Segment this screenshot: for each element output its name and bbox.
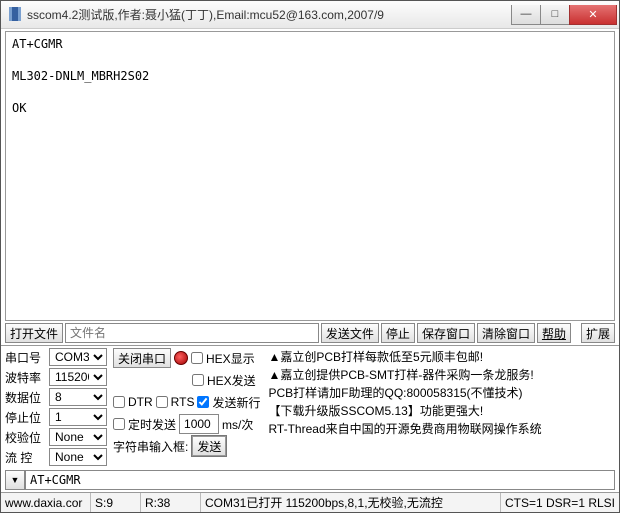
parity-select[interactable]: None [49,428,107,446]
hex-show-checkbox[interactable] [191,352,203,364]
status-connection: COM31已打开 115200bps,8,1,无校验,无流控 [201,493,501,512]
app-window: sscom4.2测试版,作者:聂小猛(丁丁),Email:mcu52@163.c… [0,0,620,513]
rts-checkbox[interactable] [156,396,168,408]
stopbits-select[interactable]: 1 [49,408,107,426]
databits-select[interactable]: 8 [49,388,107,406]
open-file-button[interactable]: 打开文件 [5,323,63,343]
maximize-button[interactable]: □ [540,5,570,25]
databits-label: 数据位 [5,389,47,406]
window-buttons: — □ ✕ [512,5,617,25]
flow-label: 流 控 [5,449,47,466]
record-icon[interactable] [174,351,188,365]
promo-line-2: ▲嘉立创提供PCB-SMT打样-器件采购一条龙服务! [268,366,615,384]
close-port-button[interactable]: 关闭串口 [113,348,171,368]
filename-input[interactable] [65,323,319,343]
input-label: 字符串输入框: [113,438,188,455]
close-button[interactable]: ✕ [569,5,617,25]
rts-label: RTS [171,395,195,409]
control-panel: 关闭串口 HEX显示 HEX发送 DTR RTS 发送新行 [113,348,260,466]
stopbits-label: 停止位 [5,409,47,426]
command-bar: ▼ [1,468,619,492]
serial-settings: 串口号 COM31 波特率 115200 数据位 8 停止位 1 校验位 Non… [5,348,109,466]
send-newline-label: 发送新行 [212,394,260,411]
send-newline-checkbox[interactable] [197,396,209,408]
stop-button[interactable]: 停止 [381,323,415,343]
expand-button[interactable]: 扩展 [581,323,615,343]
port-select[interactable]: COM31 [49,348,107,366]
status-url: www.daxia.cor [1,493,91,512]
hex-send-label: HEX发送 [207,372,256,389]
send-file-button[interactable]: 发送文件 [321,323,379,343]
hex-show-label: HEX显示 [206,350,255,367]
dtr-checkbox[interactable] [113,396,125,408]
status-sent: S:9 [91,493,141,512]
dtr-label: DTR [128,395,153,409]
app-icon [7,7,23,23]
cmd-dropdown[interactable]: ▼ [5,470,25,490]
baud-label: 波特率 [5,369,47,386]
file-toolbar: 打开文件 发送文件 停止 保存窗口 清除窗口 帮助 扩展 [1,321,619,345]
help-button[interactable]: 帮助 [537,323,571,343]
promo-line-4: 【下载升级版SSCOM5.13】功能更强大! [268,402,615,420]
promo-line-3: PCB打样请加F助理的QQ:800058315(不懂技术) [268,384,615,402]
interval-input[interactable] [179,414,219,434]
titlebar: sscom4.2测试版,作者:聂小猛(丁丁),Email:mcu52@163.c… [1,1,619,29]
baud-select[interactable]: 115200 [49,368,107,386]
promo-panel: ▲嘉立创PCB打样每款低至5元顺丰包邮! ▲嘉立创提供PCB-SMT打样-器件采… [264,348,615,466]
command-input[interactable] [25,470,615,490]
status-recv: R:38 [141,493,201,512]
minimize-button[interactable]: — [511,5,541,25]
parity-label: 校验位 [5,429,47,446]
send-button[interactable]: 发送 [192,436,226,456]
terminal-output[interactable]: AT+CGMR ML302-DNLM_MBRH2S02 OK [5,31,615,321]
status-signals: CTS=1 DSR=1 RLSI [501,493,619,512]
promo-line-5: RT-Thread来自中国的开源免费商用物联网操作系统 [268,420,615,438]
promo-line-1: ▲嘉立创PCB打样每款低至5元顺丰包邮! [268,348,615,366]
window-title: sscom4.2测试版,作者:聂小猛(丁丁),Email:mcu52@163.c… [27,6,512,23]
hex-send-checkbox[interactable] [192,374,204,386]
settings-panel: 串口号 COM31 波特率 115200 数据位 8 停止位 1 校验位 Non… [1,345,619,468]
status-bar: www.daxia.cor S:9 R:38 COM31已打开 115200bp… [1,492,619,512]
save-window-button[interactable]: 保存窗口 [417,323,475,343]
clear-window-button[interactable]: 清除窗口 [477,323,535,343]
timed-send-label: 定时发送 [128,416,176,433]
flow-select[interactable]: None [49,448,107,466]
interval-unit: ms/次 [222,416,253,433]
port-label: 串口号 [5,349,47,366]
timed-send-checkbox[interactable] [113,418,125,430]
